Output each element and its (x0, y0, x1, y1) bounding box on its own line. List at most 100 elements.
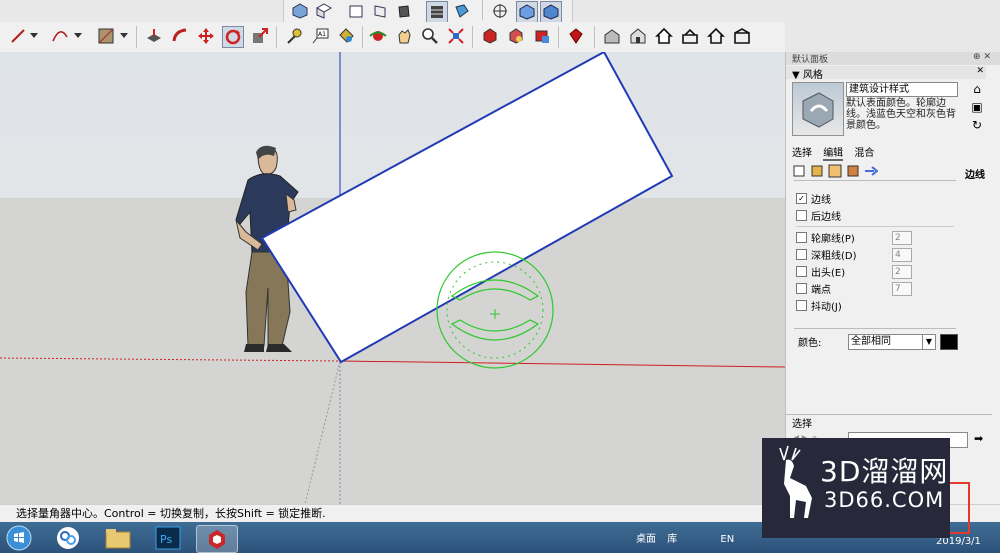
chevron-down-icon[interactable] (72, 26, 84, 46)
zoom-icon[interactable] (420, 26, 440, 46)
library-label[interactable]: 库 (667, 534, 677, 545)
checkbox-back-edges[interactable] (796, 210, 807, 221)
house-icon[interactable] (654, 26, 674, 46)
style-tabs: 选择 编辑 混合 (792, 144, 882, 161)
camera-icon[interactable] (532, 26, 552, 46)
back-edges-icon[interactable] (540, 1, 562, 23)
zoom-extents-icon[interactable] (446, 26, 466, 46)
style-name-field[interactable]: 建筑设计样式 (846, 82, 958, 97)
endpoints-length[interactable]: 7 (892, 282, 912, 296)
chevron-down-icon[interactable]: ▼ (922, 335, 935, 349)
house-open-icon[interactable] (706, 26, 726, 46)
profiles-width[interactable]: 2 (892, 231, 912, 245)
start-button[interactable] (2, 525, 36, 551)
watermark-url: 3D66.COM (824, 488, 945, 512)
tab-edit[interactable]: 编辑 (823, 144, 844, 161)
orbit-icon[interactable] (368, 26, 388, 46)
checkbox-endpoints[interactable] (796, 283, 807, 294)
pencil-icon[interactable] (8, 26, 28, 46)
system-tray: 桌面 库 EN (636, 530, 734, 545)
close-icon[interactable]: ✕ (976, 66, 984, 76)
top-view-icon[interactable] (314, 1, 334, 21)
details-icon[interactable]: ▣ (970, 100, 984, 118)
house-front-icon[interactable] (628, 26, 648, 46)
text-icon[interactable]: A1 (310, 26, 330, 46)
chevron-down-icon[interactable] (118, 26, 130, 46)
checkbox-extension[interactable] (796, 266, 807, 277)
push-pull-icon[interactable] (144, 26, 164, 46)
option-jitter[interactable]: 抖动(J) (796, 297, 954, 314)
chevron-down-icon[interactable] (28, 26, 40, 46)
shaded-icon[interactable] (426, 1, 448, 23)
main-toolbar: A1 (0, 22, 785, 53)
xray-icon[interactable] (516, 1, 538, 23)
ruby-icon[interactable] (566, 26, 586, 46)
pan-icon[interactable] (394, 26, 414, 46)
textured-icon[interactable] (452, 1, 472, 21)
option-back-edges[interactable]: 后边线 (796, 207, 954, 224)
checkbox-depth-cue[interactable] (796, 249, 807, 260)
follow-me-icon[interactable] (170, 26, 190, 46)
right-view-icon[interactable] (370, 1, 390, 21)
option-edges[interactable]: ✓ 边线 (796, 190, 954, 207)
tab-select[interactable]: 选择 (792, 144, 812, 159)
option-extension[interactable]: 出头(E) 2 (796, 263, 954, 280)
orbit-icon[interactable] (490, 1, 510, 21)
pin-close-icons[interactable]: ⊕ ✕ (973, 52, 991, 62)
tape-measure-icon[interactable] (284, 26, 304, 46)
house-gable-icon[interactable] (732, 26, 752, 46)
explorer-icon[interactable] (98, 525, 138, 551)
refresh-icon[interactable]: ↻ (970, 118, 984, 136)
details-arrow-icon[interactable]: ➡ (974, 432, 983, 445)
lang-indicator[interactable]: EN (720, 534, 734, 545)
option-endpoints[interactable]: 端点 7 (796, 280, 954, 297)
option-depth-cue[interactable]: 深粗线(D) 4 (796, 246, 954, 263)
scene-canvas (0, 52, 785, 504)
edit-settings-icons (792, 164, 879, 178)
color-select[interactable]: 全部相同 ▼ (848, 334, 936, 350)
style-thumbnail[interactable] (792, 82, 844, 136)
desktop-label[interactable]: 桌面 (636, 534, 656, 545)
status-text: 选择量角器中心。Control = 切换复制，长按Shift = 锁定推断. (16, 507, 326, 520)
styles-section-header[interactable]: ▼ 风格 ✕ (786, 66, 986, 81)
scale-icon[interactable] (250, 26, 270, 46)
edge-options: ✓ 边线 后边线 轮廓线(P) 2 深粗线(D) 4 出头(E) 2 端点 7 抖动(J) (796, 190, 954, 314)
option-profiles[interactable]: 轮廓线(P) 2 (796, 229, 954, 246)
sketchup-icon[interactable] (196, 525, 238, 553)
extension-length[interactable]: 2 (892, 265, 912, 279)
model-viewport[interactable] (0, 52, 785, 504)
edge-settings-icon[interactable] (792, 164, 806, 178)
component-icon[interactable] (480, 26, 500, 46)
house-outline-icon[interactable] (680, 26, 700, 46)
watermark-settings-icon[interactable] (846, 164, 860, 178)
materials-icon[interactable] (506, 26, 526, 46)
views-toolbar (283, 0, 573, 23)
background-settings-icon[interactable] (828, 164, 842, 178)
front-view-icon[interactable] (346, 1, 366, 21)
edge-color-swatch[interactable] (940, 334, 958, 350)
back-view-icon[interactable] (394, 1, 414, 21)
checkbox-jitter[interactable] (796, 300, 807, 311)
photoshop-icon[interactable]: Ps (148, 525, 188, 551)
deer-logo-icon (779, 445, 812, 518)
depth-cue-width[interactable]: 4 (892, 248, 912, 262)
baidu-netdisk-icon[interactable] (48, 525, 88, 551)
rectangle-icon[interactable] (96, 26, 116, 46)
rotated-rectangle (260, 52, 674, 364)
rotate-icon[interactable] (222, 26, 244, 48)
modeling-settings-icon[interactable] (864, 164, 879, 178)
paint-bucket-icon[interactable] (336, 26, 356, 46)
color-label: 颜色: (798, 338, 822, 349)
svg-text:Ps: Ps (160, 533, 172, 546)
color-select-value: 全部相同 (851, 336, 891, 347)
face-settings-icon[interactable] (810, 164, 824, 178)
checkbox-edges[interactable]: ✓ (796, 193, 807, 204)
warehouse-icon[interactable] (602, 26, 622, 46)
home-icon[interactable]: ⌂ (970, 82, 984, 100)
iso-view-icon[interactable] (290, 1, 310, 21)
checkbox-profiles[interactable] (796, 232, 807, 243)
tab-mix[interactable]: 混合 (854, 144, 874, 159)
watermark-logo: 3D溜溜网 (820, 455, 949, 488)
move-icon[interactable] (196, 26, 216, 46)
arc-icon[interactable] (50, 26, 70, 46)
